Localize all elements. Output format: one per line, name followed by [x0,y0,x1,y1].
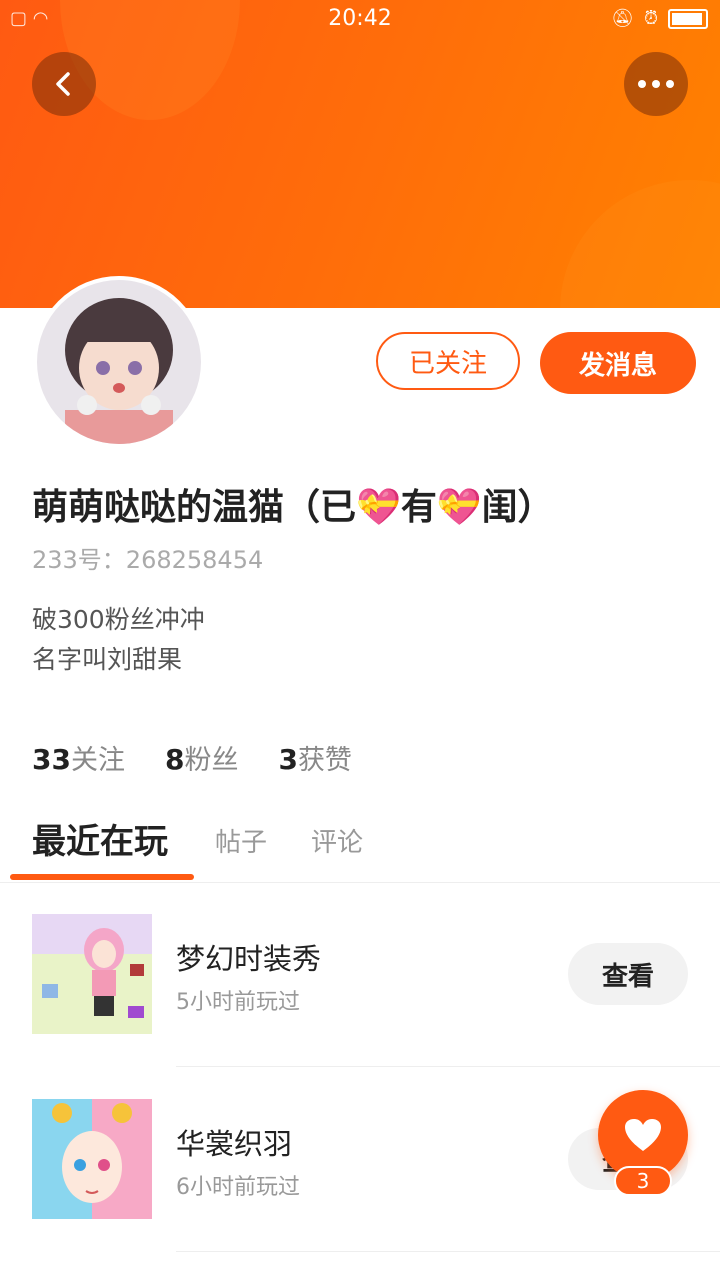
game-thumbnail [32,1099,152,1219]
fans-stat[interactable]: 8粉丝 [165,738,238,777]
bio: 破300粉丝冲冲 名字叫刘甜果 [32,600,205,680]
game-name: 华裳织羽 [176,1127,293,1161]
profile-tabs: 最近在玩 帖子 评论 [0,808,720,883]
profile-header-banner: ▢ ◠ 20:42 🔕︎ ⏰︎ [0,0,720,308]
tab-comments[interactable]: 评论 [311,822,363,859]
like-count-badge: 3 [614,1166,672,1196]
avatar[interactable] [33,276,205,448]
mute-bell-icon: 🔕︎ [611,8,634,29]
back-button[interactable] [32,52,96,116]
game-thumbnail [32,914,152,1034]
tab-posts[interactable]: 帖子 [215,822,267,859]
profile-stats: 33关注 8粉丝 3获赞 [32,738,352,777]
likes-stat[interactable]: 3获赞 [278,738,351,777]
username: 萌萌哒哒的温猫（已💝有💝闺） [32,487,554,528]
game-list-item[interactable]: 梦幻时装秀 5小时前玩过 查看 [0,882,720,1067]
chevron-left-icon [56,72,70,96]
view-button[interactable]: 查看 [568,943,688,1005]
status-bar: ▢ ◠ 20:42 🔕︎ ⏰︎ [0,0,720,40]
more-dots-icon [638,80,674,88]
game-name: 梦幻时装秀 [176,942,322,976]
tab-recently-played[interactable]: 最近在玩 [32,814,168,863]
send-message-button[interactable]: 发消息 [540,332,696,394]
bio-line: 名字叫刘甜果 [32,645,183,674]
tab-active-indicator [10,874,194,880]
user-id: 233号：268258454 [32,546,264,574]
status-icons-right: 🔕︎ ⏰︎ [611,8,708,29]
decor-circle [560,180,720,308]
heart-icon [625,1119,661,1151]
avatar-image [37,280,201,444]
bio-line: 破300粉丝冲冲 [32,605,205,634]
divider [176,1251,720,1252]
game-last-played: 5小时前玩过 [176,990,300,1015]
following-stat[interactable]: 33关注 [32,738,125,777]
game-last-played: 6小时前玩过 [176,1175,300,1200]
battery-icon [668,8,708,29]
more-button[interactable] [624,52,688,116]
followed-button[interactable]: 已关注 [376,332,520,390]
alarm-icon: ⏰︎ [643,8,658,29]
